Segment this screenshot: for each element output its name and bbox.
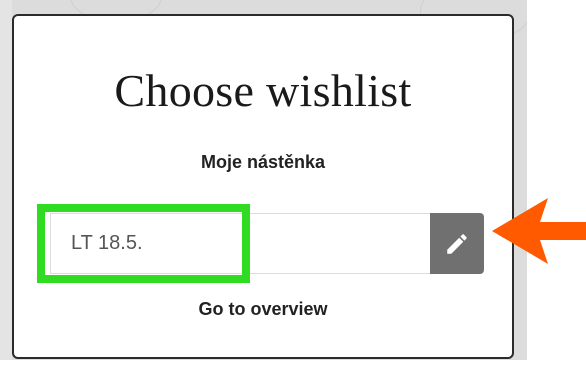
orange-arrow-annotation [492,198,586,264]
background-right [527,0,586,369]
pencil-icon [447,233,467,254]
screenshot-stage: Choose wishlist Moje nástěnka LT 18.5. G… [0,0,586,369]
wishlist-item[interactable]: LT 18.5. [50,213,430,274]
board-name: Moje nástěnka [200,152,326,172]
edit-wishlist-button[interactable] [430,213,484,274]
wishlist-item-label: LT 18.5. [71,232,143,254]
background-bottom [0,360,586,369]
choose-wishlist-modal: Choose wishlist Moje nástěnka LT 18.5. G… [12,14,514,359]
go-to-overview-link[interactable]: Go to overview [14,300,512,318]
wishlist-row: LT 18.5. [37,204,484,283]
modal-title: Choose wishlist [114,65,412,116]
background-left [0,0,12,369]
